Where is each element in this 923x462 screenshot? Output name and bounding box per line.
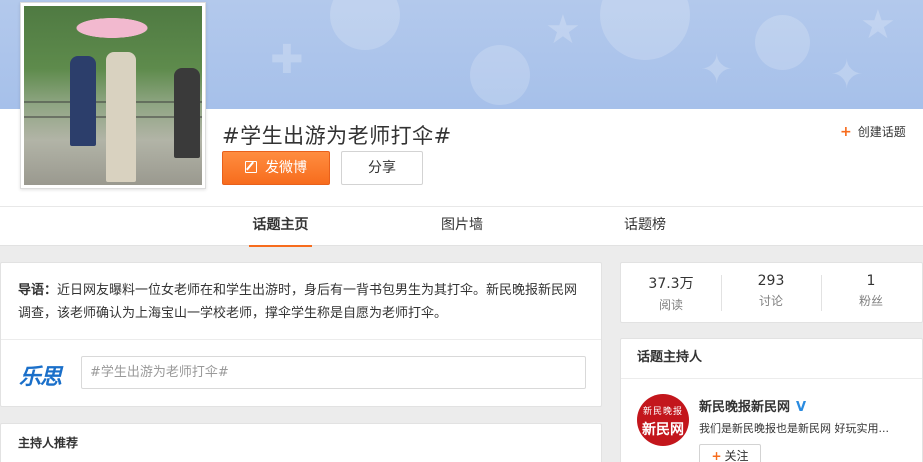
topic-intro-card: 导语：近日网友曝料一位女老师在和学生出游时，身后有一背书包男生为其打伞。新民晚报… (0, 262, 602, 407)
topic-title: #学生出游为老师打伞# (222, 124, 452, 148)
host-avatar-text-big: 新民网 (642, 422, 684, 438)
stat-fans: 1 粉丝 (821, 273, 921, 309)
banner-star-icon: ★ (545, 7, 581, 53)
topic-intro: 导语：近日网友曝料一位女老师在和学生出游时，身后有一背书包男生为其打伞。新民晚报… (18, 279, 588, 325)
host-avatar-text-small: 新民晚报 (642, 407, 683, 417)
follow-label: 关注 (724, 449, 749, 462)
tab-topic-home[interactable]: 话题主页 (249, 207, 312, 247)
stat-fans-label: 粉丝 (858, 294, 883, 308)
plus-icon: + (711, 449, 722, 462)
stat-fans-value: 1 (866, 273, 876, 289)
topic-cover-photo (24, 6, 202, 185)
create-topic-link[interactable]: + 创建话题 (840, 123, 906, 140)
share-button[interactable]: 分享 (341, 151, 423, 185)
host-recommend-title: 主持人推荐 (18, 436, 79, 450)
plus-icon: + (840, 124, 852, 140)
banner-star-icon: ✦ (700, 47, 734, 93)
edit-icon (245, 161, 257, 173)
banner-decoration (470, 45, 530, 105)
verified-icon: V (796, 400, 807, 415)
host-name-link[interactable]: 新民晚报新民网 V (699, 396, 806, 415)
stat-discussions: 293 讨论 (721, 273, 821, 309)
follow-button[interactable]: + 关注 (699, 444, 761, 462)
host-avatar[interactable]: 新民晚报 新民网 (637, 394, 689, 446)
person-figure (106, 52, 136, 182)
tab-topic-ranking[interactable]: 话题榜 (619, 207, 671, 247)
stat-reads-value: 37.3万 (648, 276, 694, 292)
intro-lead-label: 导语： (18, 283, 58, 298)
banner-decoration (330, 0, 400, 50)
post-weibo-button[interactable]: 发微博 (222, 151, 330, 185)
banner-star-icon: ✦ (830, 52, 864, 98)
divider (1, 339, 601, 340)
banner-star-icon: ✚ (270, 37, 304, 83)
stat-reads-label: 阅读 (658, 298, 683, 312)
banner-decoration (600, 0, 690, 60)
topic-cover-image (20, 2, 206, 189)
host-description: 我们是新民晚报也是新民网 好玩实用... (699, 422, 889, 435)
banner-decoration (755, 15, 810, 70)
topic-tabs: 话题主页 图片墙 话题榜 (0, 206, 923, 247)
stat-discussions-value: 293 (757, 273, 785, 289)
stat-reads: 37.3万 阅读 (621, 273, 721, 313)
topic-stats-card: 37.3万 阅读 293 讨论 1 粉丝 (620, 262, 923, 323)
post-weibo-label: 发微博 (265, 160, 307, 176)
stat-discussions-label: 讨论 (758, 294, 783, 308)
create-topic-label: 创建话题 (857, 125, 906, 139)
post-input[interactable] (81, 356, 586, 389)
tab-picture-wall[interactable]: 图片墙 (436, 207, 488, 247)
person-figure (70, 56, 96, 146)
banner-star-icon: ★ (860, 2, 896, 48)
host-recommend-card: 主持人推荐 (0, 423, 602, 462)
topic-host-card: 话题主持人 新民晚报 新民网 新民晚报新民网 V 我们是新民晚报也是新民网 好玩实… (620, 338, 923, 462)
person-figure (174, 68, 200, 158)
host-name: 新民晚报新民网 (699, 400, 791, 415)
host-section-title: 话题主持人 (621, 339, 922, 379)
intro-text: 近日网友曝料一位女老师在和学生出游时，身后有一背书包男生为其打伞。新民晚报新民网… (18, 283, 578, 321)
leisi-logo: 乐思 (19, 365, 62, 390)
